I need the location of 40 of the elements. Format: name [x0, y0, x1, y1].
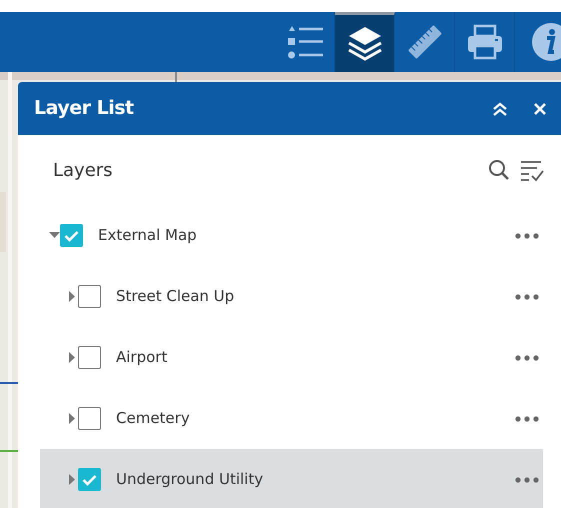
close-icon — [533, 102, 547, 116]
search-icon — [487, 158, 511, 182]
ellipsis-icon — [515, 354, 539, 360]
check-icon — [82, 474, 97, 486]
layer-row[interactable]: External Map — [40, 205, 543, 266]
ellipsis-icon — [515, 232, 539, 238]
printer-icon — [466, 24, 504, 60]
layer-row[interactable]: Street Clean Up — [40, 266, 543, 327]
more-options-button[interactable] — [515, 294, 539, 300]
layer-label: Cemetery — [116, 408, 191, 430]
layer-checkbox[interactable] — [78, 346, 101, 369]
layer-label: External Map — [98, 225, 198, 246]
layer-row[interactable]: Airport — [40, 327, 543, 388]
double-chevron-up-icon — [491, 100, 509, 116]
layer-checkbox[interactable] — [78, 468, 101, 491]
check-icon — [64, 230, 79, 242]
layer-row[interactable]: Cemetery — [40, 388, 543, 449]
panel-title: Layer List — [34, 96, 135, 122]
more-options-button[interactable] — [515, 476, 539, 482]
layer-checkbox[interactable] — [78, 407, 101, 430]
filter-button[interactable] — [519, 158, 545, 182]
layers-tool-button[interactable] — [335, 12, 395, 72]
more-options-button[interactable] — [515, 232, 539, 238]
more-options-button[interactable] — [515, 416, 539, 422]
layer-label: Underground Utility — [116, 469, 264, 490]
layer-label: Airport — [116, 347, 168, 368]
ellipsis-icon — [515, 476, 539, 482]
layer-label: Street Clean Up — [116, 286, 236, 308]
layer-row[interactable]: Underground Utility — [40, 449, 543, 508]
layer-checkbox[interactable] — [60, 224, 83, 247]
filter-list-icon — [519, 158, 545, 182]
collapse-button[interactable] — [491, 100, 509, 116]
ellipsis-icon — [515, 416, 539, 422]
ellipsis-icon — [515, 294, 539, 300]
section-heading: Layers — [53, 158, 114, 182]
search-button[interactable] — [487, 158, 511, 182]
close-button[interactable] — [533, 102, 547, 116]
layer-checkbox[interactable] — [78, 285, 101, 308]
layers-icon — [346, 24, 384, 62]
more-options-button[interactable] — [515, 354, 539, 360]
